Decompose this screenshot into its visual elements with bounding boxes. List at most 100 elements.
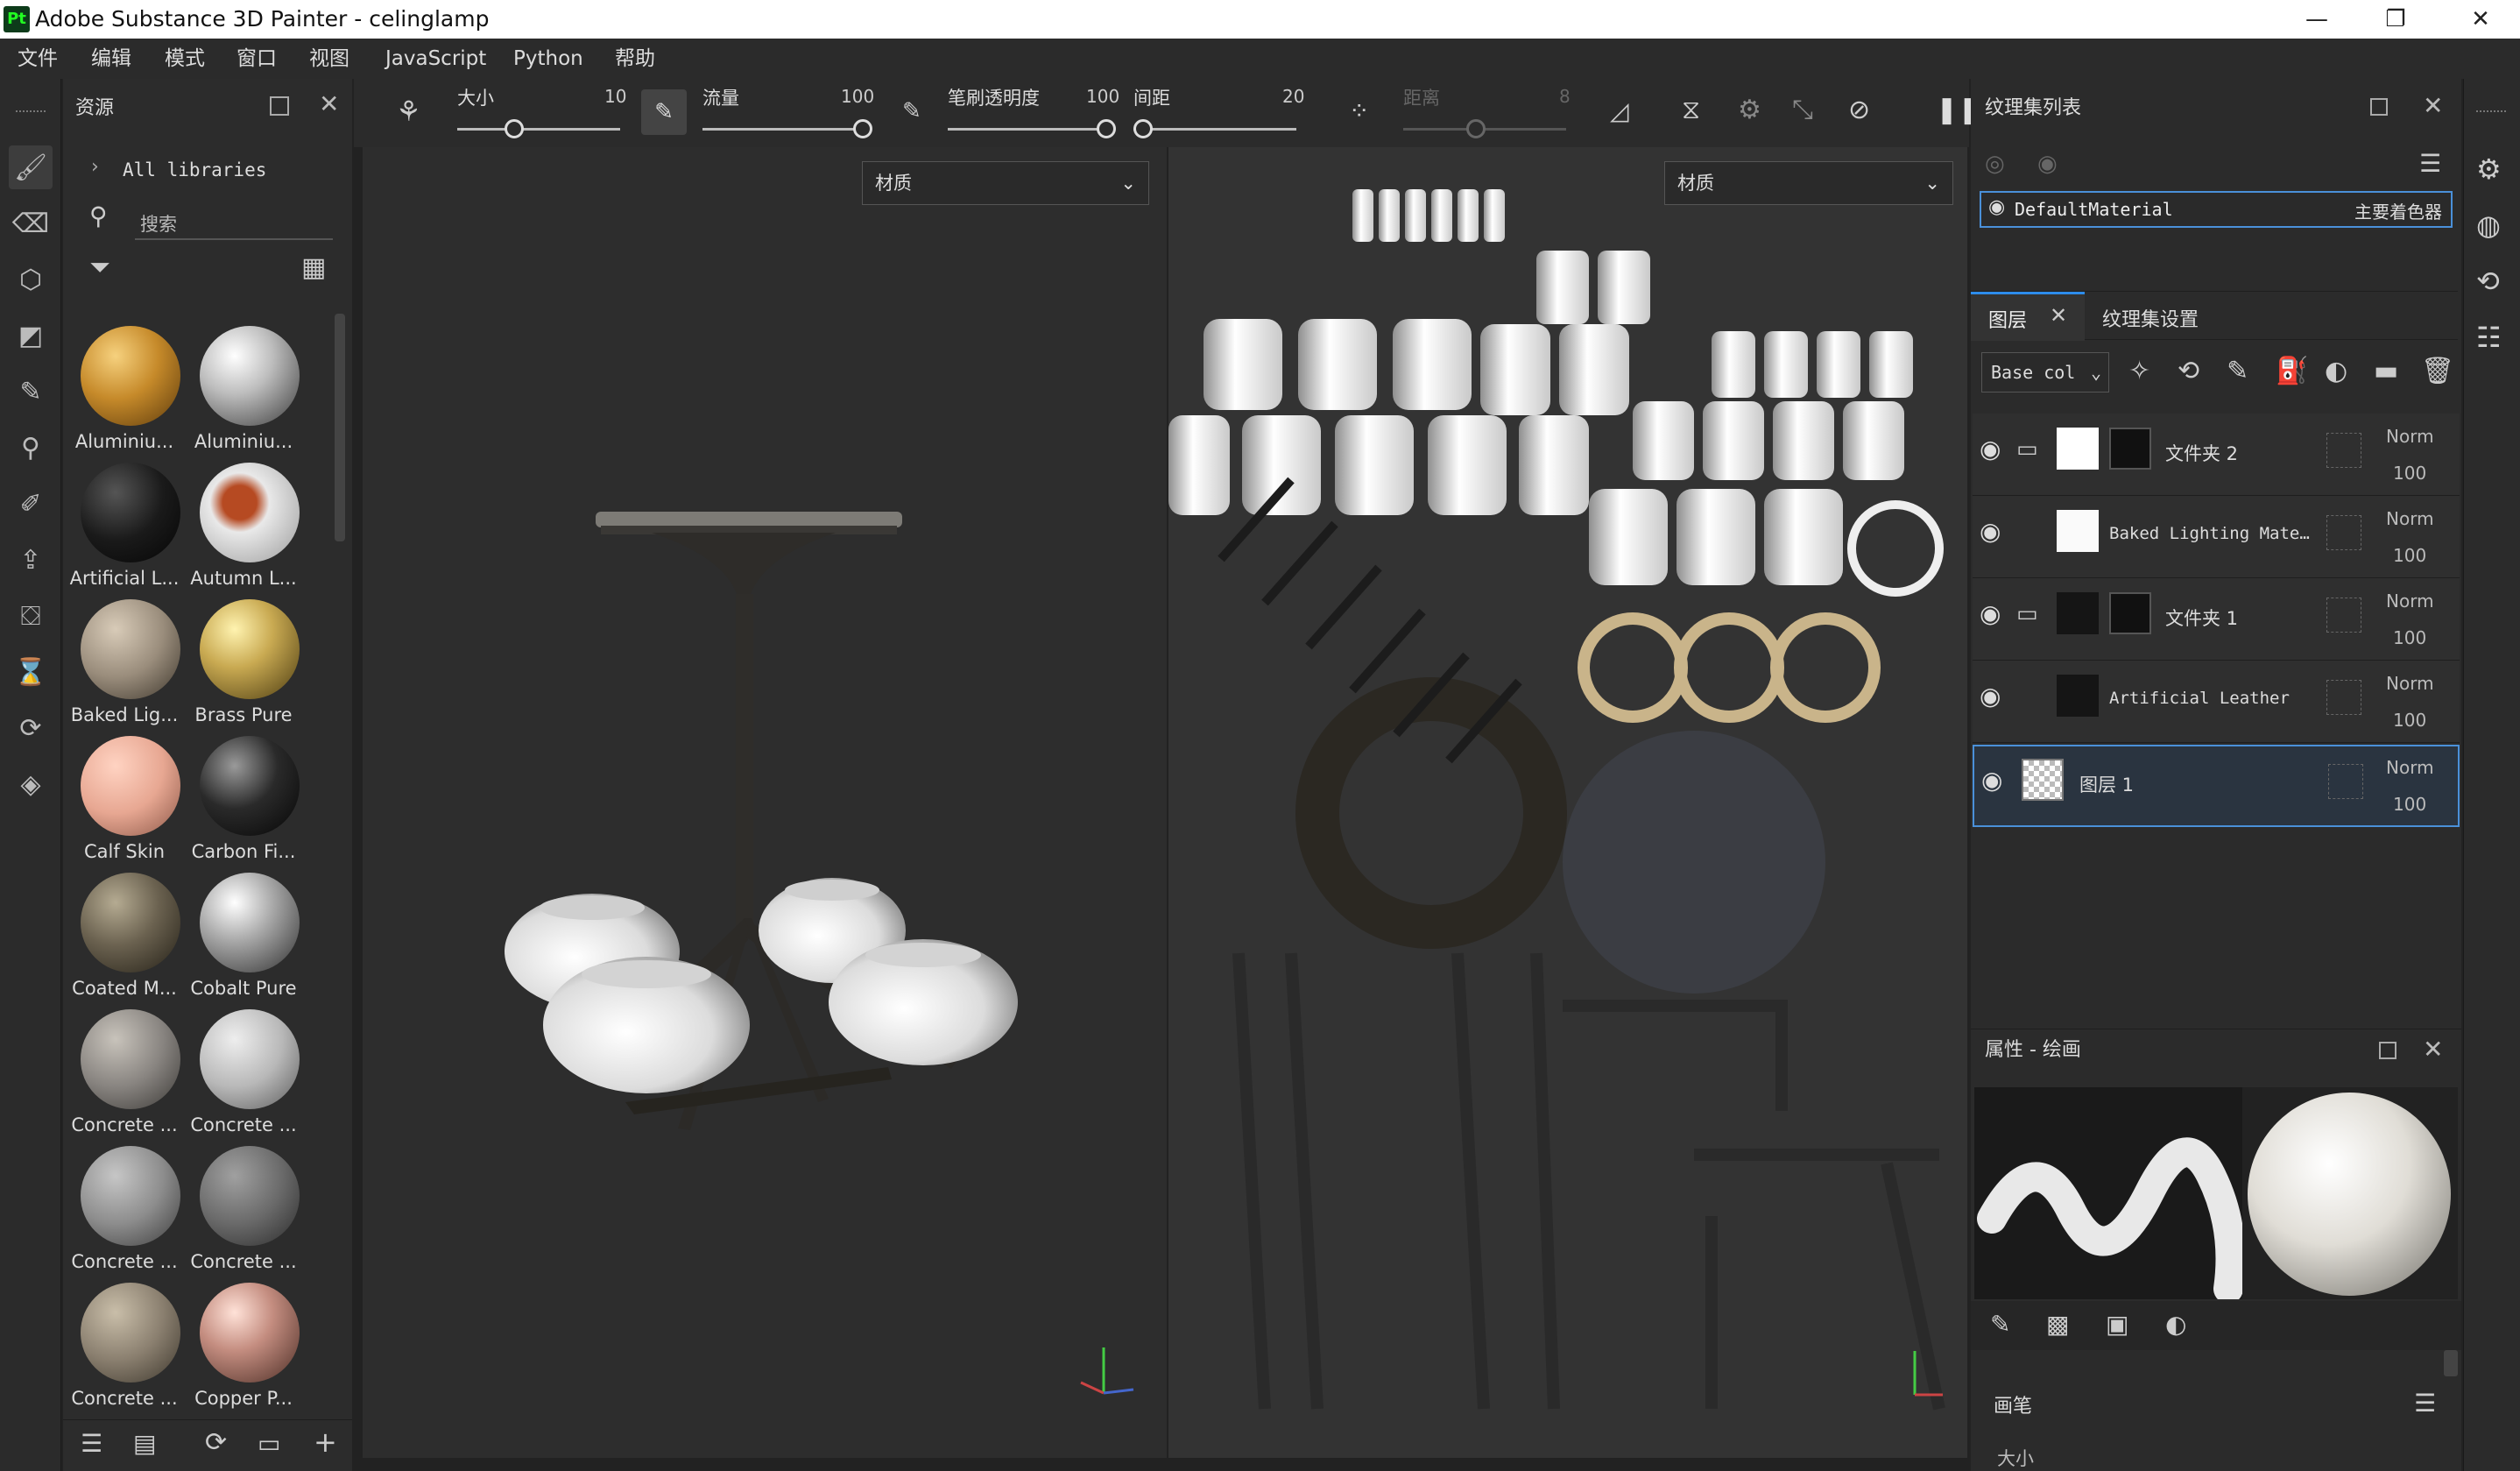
lazy-mouse-icon[interactable]: ⁘ — [1349, 96, 1369, 125]
float-panel-icon[interactable] — [270, 96, 289, 116]
brush-tab-icon[interactable]: ✎ — [1990, 1310, 2010, 1339]
eye-icon[interactable]: ◉ — [1988, 196, 2005, 218]
opacity-toggle-icon[interactable]: ✎ — [902, 98, 921, 124]
polygon-fill-icon[interactable]: ◩ — [9, 314, 53, 357]
eye-icon[interactable]: ◉ — [2037, 151, 2058, 177]
history-icon[interactable]: ⟳ — [9, 706, 53, 750]
flow-toggle-icon[interactable]: ✎ — [641, 89, 687, 135]
transform-icon[interactable]: ⤡ — [1792, 95, 1813, 125]
layer-row[interactable]: ◉ ▭ 文件夹 1 Norm 100 — [1973, 578, 2460, 661]
drag-handle[interactable] — [2476, 110, 2506, 114]
drag-handle[interactable] — [16, 110, 46, 114]
clone-stamp-icon[interactable]: ⚲ — [9, 426, 53, 470]
add-icon[interactable]: + — [314, 1425, 337, 1459]
blend-mode[interactable]: Norm — [2386, 673, 2434, 694]
scrollbar[interactable] — [335, 314, 345, 541]
float-panel-icon[interactable] — [2379, 1042, 2396, 1059]
menu-view[interactable]: 视图 — [309, 39, 349, 79]
delete-layer-icon[interactable]: 🗑 — [2421, 356, 2454, 386]
layer-row[interactable]: ◉ Artificial Leather Norm 100 — [1973, 661, 2460, 743]
viewport-2d-uv[interactable]: 材质 ⌄ — [1168, 147, 1967, 1458]
channel-dropdown[interactable]: Base col ⌄ — [1981, 352, 2109, 393]
material-item[interactable]: Autumn L... — [184, 463, 303, 599]
menu-edit[interactable]: 编辑 — [91, 39, 131, 79]
paint-brush-icon[interactable]: 🖌 — [9, 145, 53, 189]
viewport-2d-mode-dropdown[interactable]: 材质 ⌄ — [1664, 161, 1953, 205]
effect-slot[interactable] — [2328, 764, 2363, 799]
close-panel-icon[interactable]: ✕ — [319, 89, 339, 118]
material-tab-icon[interactable]: ◐ — [2165, 1310, 2186, 1339]
material-item[interactable]: Concrete ... — [184, 1009, 303, 1146]
layer-row-selected[interactable]: ◉ 图层 1 Norm 100 — [1973, 745, 2460, 827]
material-item[interactable]: Cobalt Pure — [184, 873, 303, 1009]
blend-mode[interactable]: Norm — [2386, 591, 2434, 612]
export-icon[interactable]: ⇪ — [9, 538, 53, 582]
eye-icon[interactable]: ◉ — [1980, 517, 2001, 546]
folder-icon[interactable]: ▭ — [258, 1429, 280, 1458]
opacity-value[interactable]: 100 — [1086, 86, 1119, 107]
layer-row[interactable]: ◉ Baked Lighting Mate… Norm 100 — [1973, 496, 2460, 578]
add-mask-icon[interactable]: ⟲ — [2178, 356, 2199, 386]
brush-preset-icon[interactable]: ⚘ — [396, 95, 421, 128]
eye-icon[interactable]: ◉ — [1980, 682, 2001, 711]
menu-javascript[interactable]: JavaScript — [385, 39, 486, 79]
add-paint-layer-icon[interactable]: ✎ — [2227, 356, 2248, 386]
flow-slider[interactable] — [702, 128, 865, 131]
blend-mode[interactable]: Norm — [2386, 757, 2434, 778]
spacing-value[interactable]: 20 — [1282, 86, 1304, 107]
material-item[interactable]: Concrete ... — [65, 1009, 184, 1146]
add-fill-layer-icon[interactable]: ⛽ — [2276, 356, 2308, 386]
color-picker-icon[interactable]: ✐ — [9, 482, 53, 526]
eye-hidden-icon[interactable]: ◎ — [1985, 151, 2005, 177]
menu-window[interactable]: 窗口 — [236, 39, 277, 79]
material-item[interactable]: Concrete ... — [65, 1283, 184, 1419]
effect-slot[interactable] — [2326, 433, 2361, 468]
blend-mode[interactable]: Norm — [2386, 426, 2434, 447]
history-icon[interactable]: ⟲ — [2476, 265, 2500, 298]
layer-opacity[interactable]: 100 — [2393, 710, 2426, 731]
add-effect-icon[interactable]: ✧ — [2128, 356, 2150, 386]
blend-mode[interactable]: Norm — [2386, 508, 2434, 529]
close-tab-icon[interactable]: ✕ — [2050, 303, 2067, 328]
effect-slot[interactable] — [2326, 680, 2361, 715]
symmetry-icon[interactable]: ⧖ — [1682, 95, 1700, 125]
grid-view-icon[interactable]: ▦ — [301, 252, 326, 283]
layer-opacity[interactable]: 100 — [2393, 627, 2426, 648]
material-item[interactable]: Aluminiu... — [184, 326, 303, 463]
material-item[interactable]: Baked Lig... — [65, 599, 184, 736]
menu-help[interactable]: 帮助 — [615, 39, 655, 79]
size-slider-knob[interactable] — [505, 119, 524, 138]
scrollbar[interactable] — [2444, 1350, 2458, 1376]
opacity-slider-knob[interactable] — [1097, 119, 1116, 138]
material-item[interactable]: Calf Skin — [65, 736, 184, 873]
hide-overlay-icon[interactable]: ⊘ — [1848, 95, 1870, 125]
tab-texture-set-settings[interactable]: 纹理集设置 — [2102, 304, 2199, 332]
layer-opacity[interactable]: 100 — [2393, 794, 2426, 815]
alpha-tab-icon[interactable]: ▩ — [2046, 1310, 2069, 1339]
close-panel-icon[interactable]: ✕ — [2423, 91, 2443, 120]
material-item[interactable]: Carbon Fi... — [184, 736, 303, 873]
restore-button[interactable]: ❐ — [2356, 0, 2435, 39]
eraser-icon[interactable]: ⌫ — [9, 202, 53, 245]
menu-mode[interactable]: 模式 — [165, 39, 205, 79]
material-item[interactable]: Concrete ... — [65, 1146, 184, 1283]
symmetry-settings-icon[interactable]: ⚙ — [1738, 95, 1761, 125]
material-item[interactable]: Coated M... — [65, 873, 184, 1009]
eye-icon[interactable]: ◉ — [1981, 766, 2002, 795]
material-item[interactable]: Copper P... — [184, 1283, 303, 1419]
layer-opacity[interactable]: 100 — [2393, 545, 2426, 566]
projection-icon[interactable]: ⬡ — [9, 258, 53, 301]
viewport-3d[interactable]: 材质 ⌄ — [363, 147, 1167, 1458]
opacity-slider[interactable] — [948, 128, 1111, 131]
material-item[interactable]: Artificial L... — [65, 463, 184, 599]
close-panel-icon[interactable]: ✕ — [2423, 1035, 2443, 1064]
search-input[interactable]: 搜索 — [140, 210, 177, 237]
tab-layers[interactable]: 图层 ✕ — [1971, 292, 2085, 341]
cube-icon[interactable]: ◈ — [9, 762, 53, 806]
minimize-button[interactable]: — — [2277, 0, 2356, 39]
refresh-icon[interactable]: ⟳ — [205, 1427, 227, 1458]
menu-file[interactable]: 文件 — [18, 39, 58, 79]
chevron-right-icon[interactable]: › — [91, 156, 99, 178]
texture-set-item[interactable]: ◉ DefaultMaterial 主要着色器 — [1980, 191, 2453, 228]
size-value[interactable]: 10 — [604, 86, 626, 107]
